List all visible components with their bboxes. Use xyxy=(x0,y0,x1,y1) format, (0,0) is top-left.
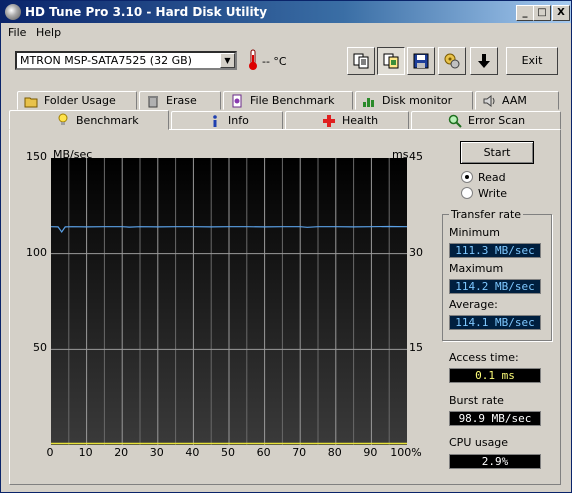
tab-error-scan[interactable]: Error Scan xyxy=(411,111,561,130)
copy-screenshot-button[interactable] xyxy=(377,47,405,75)
x-tick-label: 80 xyxy=(327,446,342,459)
minimum-value: 111.3 MB/sec xyxy=(449,243,541,258)
x-tick-label: 90 xyxy=(363,446,378,459)
copy-text-button[interactable] xyxy=(347,47,375,75)
read-radio[interactable] xyxy=(461,171,473,183)
maximum-value: 114.2 MB/sec xyxy=(449,279,541,294)
tab-label: Benchmark xyxy=(76,113,139,127)
tab-label: Info xyxy=(228,114,249,127)
health-cross-icon xyxy=(323,114,335,127)
save-icon xyxy=(413,53,429,69)
tab-benchmark[interactable]: Benchmark xyxy=(9,110,169,130)
options-button[interactable] xyxy=(438,47,466,75)
burst-rate-label: Burst rate xyxy=(449,394,504,407)
thermometer-icon xyxy=(249,49,257,70)
x-tick-label: 10 xyxy=(78,446,93,459)
tab-health[interactable]: Health xyxy=(285,111,409,130)
tab-label: Erase xyxy=(166,94,197,107)
cpu-usage-label: CPU usage xyxy=(449,436,509,449)
trash-icon xyxy=(148,95,158,107)
transfer-rate-title: Transfer rate xyxy=(449,208,524,221)
tab-erase[interactable]: Erase xyxy=(139,91,221,110)
tab-aam[interactable]: AAM xyxy=(475,91,559,110)
y-tick-right-label: 30 xyxy=(409,245,423,259)
tab-label: Health xyxy=(342,114,379,127)
x-tick-label: 50 xyxy=(221,446,235,459)
save-button[interactable] xyxy=(407,47,435,75)
app-disk-icon xyxy=(5,4,21,20)
y-tick-left-label: 50 xyxy=(33,341,47,355)
x-tick-label: 100% xyxy=(390,446,422,459)
tab-label: Folder Usage xyxy=(44,94,116,107)
minimum-label: Minimum xyxy=(449,226,500,239)
drive-select-value: MTRON MSP-SATA7525 (32 GB) xyxy=(20,54,192,67)
info-icon xyxy=(213,114,217,127)
read-radio-label[interactable]: Read xyxy=(478,171,506,184)
y-tick-right-label: 45 xyxy=(409,150,423,163)
options-icon xyxy=(444,53,460,69)
drive-select[interactable]: MTRON MSP-SATA7525 (32 GB) ▼ xyxy=(15,51,237,70)
y-tick-left-label: 100 xyxy=(26,245,47,259)
access-time-value: 0.1 ms xyxy=(449,368,541,383)
cpu-usage-value: 2.9% xyxy=(449,454,541,469)
x-tick-label: 70 xyxy=(292,446,307,459)
speaker-icon xyxy=(483,94,495,107)
access-time-label: Access time: xyxy=(449,351,519,364)
folder-icon xyxy=(24,97,38,107)
x-tick-label: 30 xyxy=(149,446,164,459)
download-arrow-icon xyxy=(478,54,490,68)
tab-label: File Benchmark xyxy=(250,94,335,107)
window-title: HD Tune Pro 3.10 - Hard Disk Utility xyxy=(25,5,268,19)
burst-rate-value: 98.9 MB/sec xyxy=(449,411,541,426)
menu-help[interactable]: Help xyxy=(36,26,61,39)
write-radio[interactable] xyxy=(461,187,473,199)
x-tick-label: 60 xyxy=(256,446,271,459)
lightbulb-icon xyxy=(58,113,68,125)
tab-folder-usage[interactable]: Folder Usage xyxy=(17,91,137,110)
chevron-down-icon[interactable]: ▼ xyxy=(220,53,235,68)
title-bar[interactable]: HD Tune Pro 3.10 - Hard Disk Utility _ □… xyxy=(1,1,571,23)
maximize-button[interactable]: □ xyxy=(533,5,551,21)
download-button[interactable] xyxy=(470,47,498,75)
main-window: HD Tune Pro 3.10 - Hard Disk Utility _ □… xyxy=(0,0,572,493)
tab-label: Disk monitor xyxy=(382,94,453,107)
x-tick-label: 40 xyxy=(185,446,200,459)
x-tick-label: 0 xyxy=(46,446,54,459)
start-button[interactable]: Start xyxy=(460,141,534,164)
disk-monitor-icon xyxy=(363,97,374,107)
menu-file[interactable]: File xyxy=(8,26,26,39)
average-label: Average: xyxy=(449,298,498,311)
tab-info[interactable]: Info xyxy=(171,111,283,130)
temperature-readout: -- °C xyxy=(262,55,287,68)
tab-file-benchmark[interactable]: File Benchmark xyxy=(223,91,353,110)
y-tick-right-label: 15 xyxy=(409,341,423,355)
copy-text-icon xyxy=(353,53,369,69)
tab-disk-monitor[interactable]: Disk monitor xyxy=(355,91,473,110)
y-tick-left-label: 150 xyxy=(26,150,47,163)
tab-label: AAM xyxy=(502,94,527,107)
write-radio-label[interactable]: Write xyxy=(478,187,507,200)
magnifier-icon xyxy=(448,114,462,128)
minimize-button[interactable]: _ xyxy=(516,5,534,21)
menu-bar: File Help xyxy=(1,24,571,42)
tab-label: Error Scan xyxy=(468,114,526,127)
exit-button[interactable]: Exit xyxy=(506,47,558,75)
file-benchmark-icon xyxy=(232,94,242,107)
transfer-rate-chart xyxy=(51,158,407,445)
average-value: 114.1 MB/sec xyxy=(449,315,541,330)
x-tick-label: 20 xyxy=(114,446,129,459)
close-button[interactable]: X xyxy=(552,5,570,21)
maximum-label: Maximum xyxy=(449,262,504,275)
copy-screenshot-icon xyxy=(383,53,399,69)
